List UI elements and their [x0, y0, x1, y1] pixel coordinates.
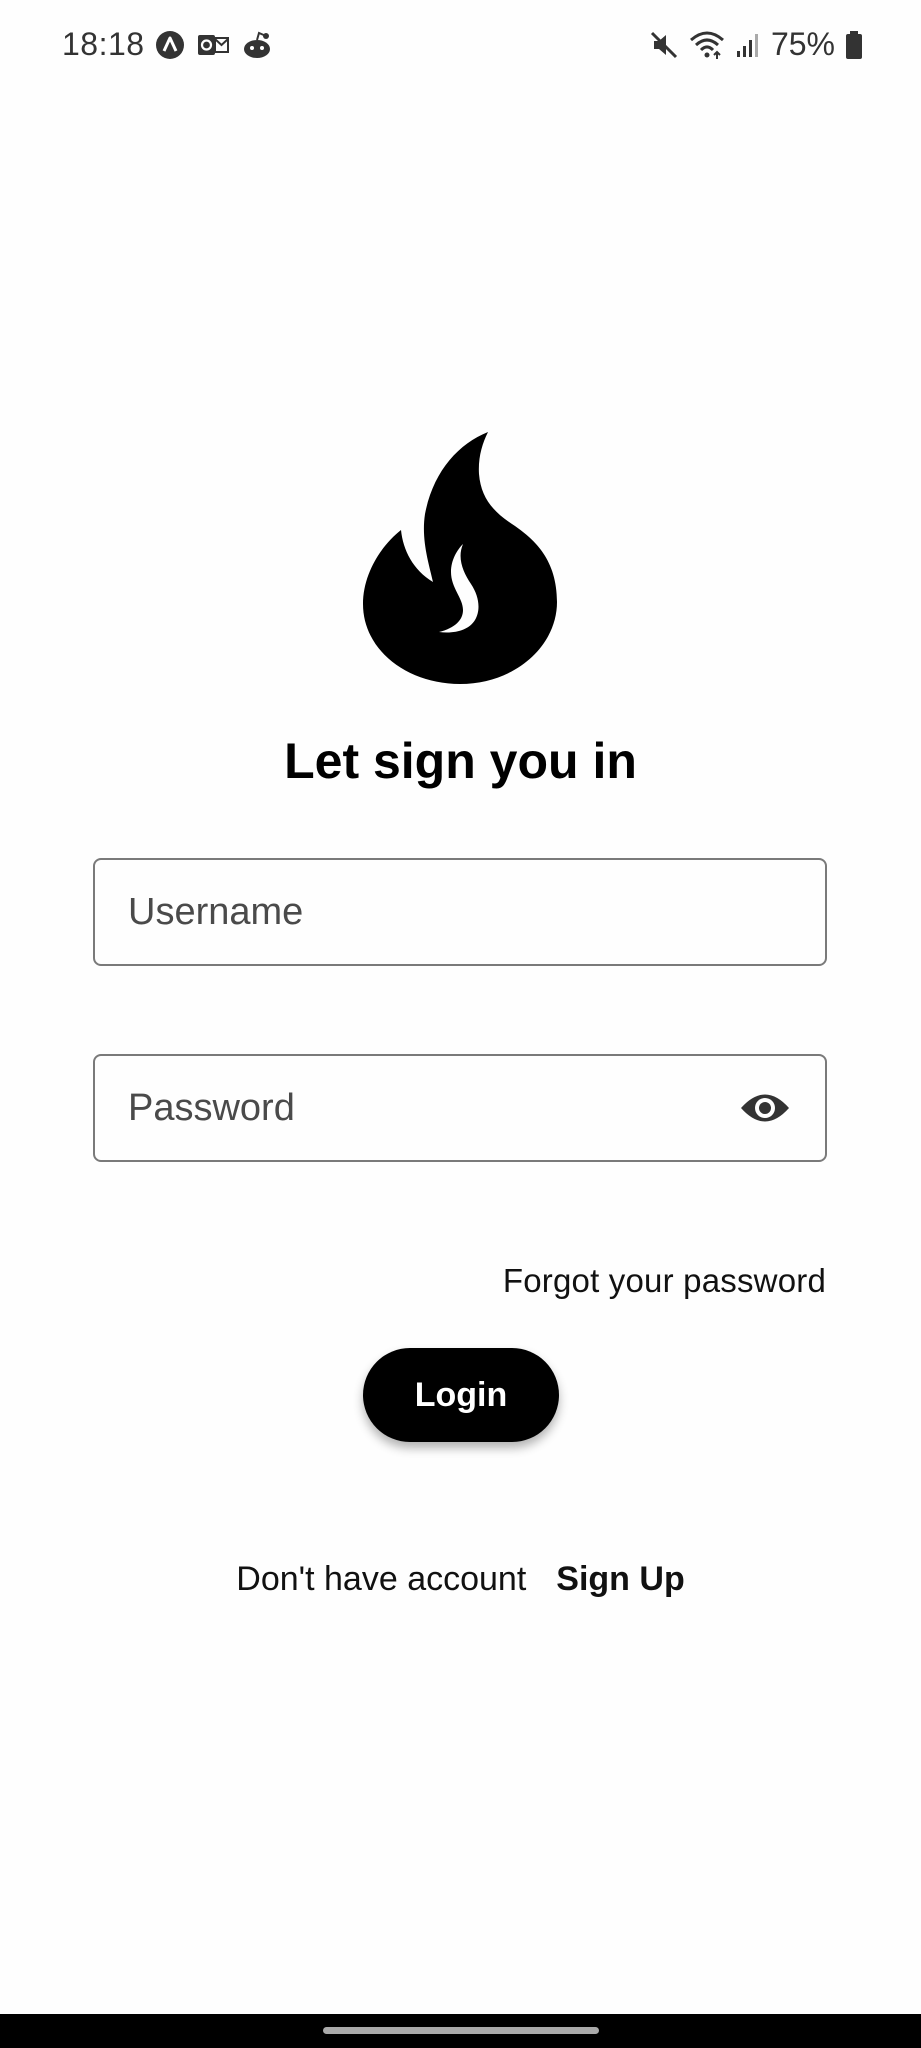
mute-icon — [649, 30, 679, 60]
sign-up-link[interactable]: Sign Up — [556, 1560, 684, 1598]
page-title: Let sign you in — [284, 733, 637, 789]
home-indicator[interactable] — [323, 2027, 599, 2034]
battery-icon — [845, 30, 863, 60]
reddit-icon — [241, 31, 273, 59]
notification-icons — [155, 30, 273, 60]
battery-percent: 75% — [770, 26, 835, 62]
username-input[interactable] — [128, 860, 728, 964]
username-field[interactable] — [93, 858, 827, 966]
outlook-icon — [197, 31, 229, 59]
login-button[interactable]: Login — [363, 1348, 559, 1442]
app-a-icon — [155, 30, 185, 60]
password-field[interactable] — [93, 1054, 827, 1162]
status-bar: 18:18 75% — [0, 0, 921, 92]
signal-icon — [735, 31, 761, 59]
status-time: 18:18 — [62, 26, 145, 62]
password-input[interactable] — [128, 1056, 728, 1160]
signup-row: Don't have account Sign Up — [0, 1560, 921, 1599]
forgot-password-link[interactable]: Forgot your password — [503, 1262, 826, 1300]
status-right: 75% — [649, 26, 863, 63]
wifi-icon — [689, 30, 725, 60]
navigation-bar — [0, 2014, 921, 2048]
flame-logo-icon — [363, 432, 557, 684]
eye-icon[interactable] — [739, 1089, 791, 1127]
no-account-text: Don't have account — [236, 1560, 527, 1598]
